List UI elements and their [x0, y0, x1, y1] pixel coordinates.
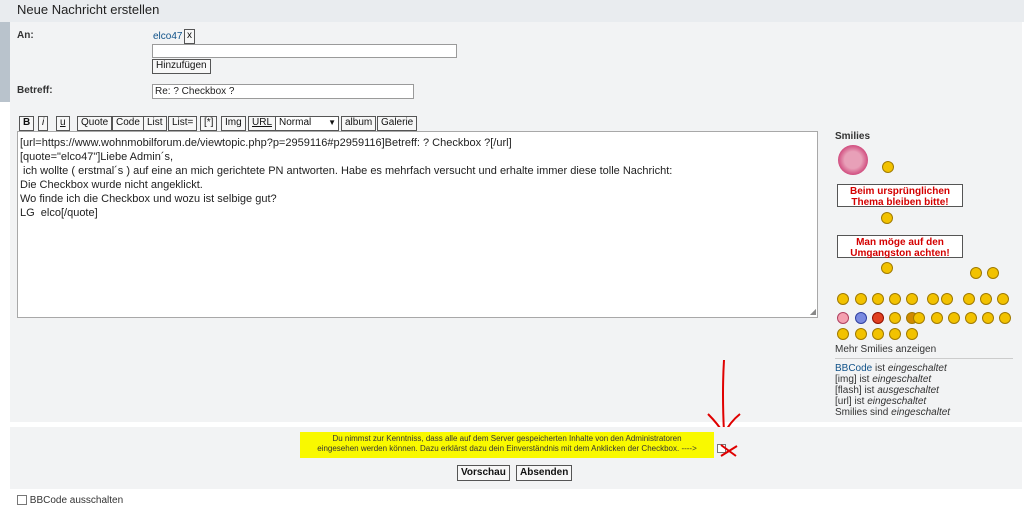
- bbcode-status: BBCode ist eingeschaltet: [835, 363, 947, 374]
- consent-notice: Du nimmst zur Kenntniss, dass alle auf d…: [300, 432, 714, 458]
- stay-on-topic-sign-icon[interactable]: Beim ursprünglichen Thema bleiben bitte!: [837, 184, 963, 208]
- editor-line: [quote="elco47"]Liebe Admin´s,: [20, 151, 174, 163]
- bbcode-state: eingeschaltet: [887, 363, 947, 374]
- img-button[interactable]: Img: [221, 116, 246, 131]
- preview-button[interactable]: Vorschau: [457, 465, 510, 481]
- virus-smiley-icon[interactable]: [838, 145, 868, 175]
- smilies-status: Smilies sind eingeschaltet: [835, 407, 950, 418]
- list-ordered-button[interactable]: List=: [168, 116, 198, 131]
- sad-smiley-icon[interactable]: [837, 293, 849, 305]
- quote-button[interactable]: Quote: [77, 116, 113, 131]
- subject-input[interactable]: Re: ? Checkbox ?: [152, 84, 414, 99]
- list-button[interactable]: List: [143, 116, 167, 131]
- consent-line-2: eingesehen werden können. Dazu erklärst …: [317, 444, 697, 453]
- bbcode-off-checkbox[interactable]: [17, 495, 27, 506]
- sign-holder-smiley-icon: [881, 262, 893, 274]
- img-state: eingeschaltet: [872, 374, 932, 385]
- red-x-annotation-icon: [720, 444, 738, 457]
- album-button[interactable]: album: [341, 116, 377, 131]
- mrgreen-smiley-icon[interactable]: [837, 328, 849, 340]
- editor-line: Die Checkbox wurde nicht angeklickt.: [20, 179, 203, 191]
- big-smile-smiley-icon[interactable]: [941, 293, 953, 305]
- bbcode-off-option[interactable]: BBCode ausschalten: [17, 495, 123, 506]
- rolleyes-smiley-icon[interactable]: [889, 328, 901, 340]
- laugh-smiley-icon[interactable]: [889, 293, 901, 305]
- smilies-status-label: Smilies sind: [835, 407, 892, 418]
- underline-button[interactable]: u: [56, 116, 70, 131]
- grin-smiley-icon[interactable]: [980, 293, 992, 305]
- cry-smiley-icon[interactable]: [906, 328, 918, 340]
- gallery-button[interactable]: Galerie: [377, 116, 418, 131]
- url-status-label: [url] ist: [835, 396, 868, 407]
- list-item-button[interactable]: [*]: [200, 116, 218, 131]
- idea-smiley-icon[interactable]: [982, 312, 994, 324]
- title-bar: Neue Nachricht erstellen: [0, 0, 1024, 22]
- img-status-label: [img] ist: [835, 374, 873, 385]
- chevron-down-icon: ▼: [328, 118, 336, 127]
- sleepy-smiley-icon[interactable]: [889, 312, 901, 324]
- mind-tone-sign-icon[interactable]: Man möge auf den Umgangston achten!: [837, 235, 963, 259]
- font-size-value: Normal: [279, 117, 312, 128]
- smilies-title: Smilies: [835, 131, 871, 142]
- page-title: Neue Nachricht erstellen: [17, 2, 160, 17]
- code-button[interactable]: Code: [112, 116, 144, 131]
- tongue-smiley-icon[interactable]: [997, 293, 1009, 305]
- bbcode-ist: ist: [872, 363, 888, 374]
- editor-line: [url=https://www.wohnmobilforum.de/viewt…: [20, 137, 512, 149]
- url-state: eingeschaltet: [867, 396, 927, 407]
- url-status: [url] ist eingeschaltet: [835, 396, 926, 407]
- flash-status: [flash] ist ausgeschaltet: [835, 385, 939, 396]
- editor-line: LG elco[/quote]: [20, 207, 98, 219]
- grin-smiley-icon[interactable]: [987, 267, 999, 279]
- more-smilies-link[interactable]: Mehr Smilies anzeigen: [835, 344, 936, 355]
- flash-state: ausgeschaltet: [877, 385, 939, 396]
- flash-status-label: [flash] ist: [835, 385, 878, 396]
- add-recipient-button[interactable]: Hinzufügen: [152, 59, 211, 74]
- happy-smiley-icon[interactable]: [927, 293, 939, 305]
- divider: [835, 358, 1013, 359]
- devil-smiley-icon[interactable]: [872, 312, 884, 324]
- left-sidebar-strip: [0, 22, 10, 102]
- red-arrow-annotation-icon: [707, 359, 741, 437]
- neutral-smiley-icon[interactable]: [855, 328, 867, 340]
- bold-button[interactable]: B: [19, 116, 35, 131]
- recipient-link[interactable]: elco47: [153, 31, 182, 42]
- to-label: An:: [17, 30, 34, 41]
- confused-smiley-icon[interactable]: [855, 293, 867, 305]
- message-textarea[interactable]: [url=https://www.wohnmobilforum.de/viewt…: [17, 131, 818, 318]
- exclaim-smiley-icon[interactable]: [948, 312, 960, 324]
- blush-smiley-icon[interactable]: [837, 312, 849, 324]
- font-size-select[interactable]: Normal ▼: [275, 116, 339, 131]
- wink-smiley-icon[interactable]: [931, 312, 943, 324]
- recipient-input[interactable]: [152, 44, 457, 58]
- italic-button[interactable]: i: [38, 116, 49, 131]
- consent-line-1: Du nimmst zur Kenntniss, dass alle auf d…: [332, 434, 682, 443]
- bbcode-link[interactable]: BBCode: [835, 363, 872, 374]
- smilies-state: eingeschaltet: [891, 407, 951, 418]
- surprised-smiley-icon[interactable]: [872, 293, 884, 305]
- bbcode-off-label: BBCode ausschalten: [29, 495, 124, 506]
- submit-button[interactable]: Absenden: [516, 465, 573, 481]
- remove-recipient-button[interactable]: x: [184, 29, 195, 44]
- editor-line: ich wollte ( erstmal´s ) auf eine an mic…: [20, 165, 673, 177]
- editor-line: Wo finde ich die Checkbox und wozu ist s…: [20, 193, 277, 205]
- worried-smiley-icon[interactable]: [963, 293, 975, 305]
- blue-smiley-icon[interactable]: [855, 312, 867, 324]
- smile-smiley-icon[interactable]: [913, 312, 925, 324]
- sign-holder-smiley-icon: [881, 212, 893, 224]
- waving-smiley-icon[interactable]: [882, 161, 894, 173]
- arrow-smiley-icon[interactable]: [999, 312, 1011, 324]
- url-button[interactable]: URL: [248, 116, 277, 131]
- sunglasses-smiley-icon[interactable]: [970, 267, 982, 279]
- twisted-smiley-icon[interactable]: [872, 328, 884, 340]
- subject-label: Betreff:: [17, 85, 53, 96]
- resize-handle-icon[interactable]: ◢: [810, 307, 816, 316]
- question-smiley-icon[interactable]: [965, 312, 977, 324]
- cool-smiley-icon[interactable]: [906, 293, 918, 305]
- img-status: [img] ist eingeschaltet: [835, 374, 931, 385]
